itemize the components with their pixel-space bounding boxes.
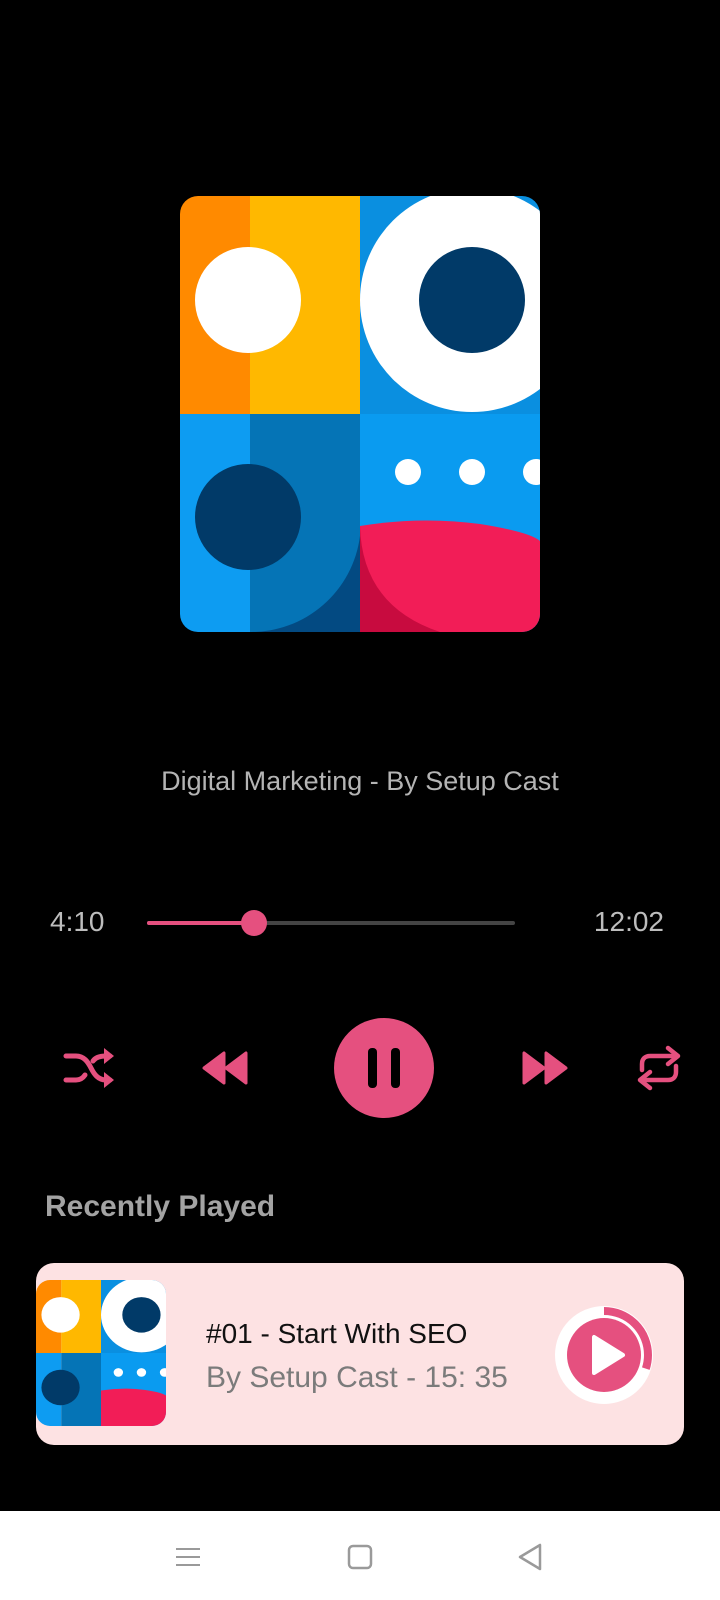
- shuffle-icon: [63, 1048, 114, 1088]
- home-square-icon: [347, 1544, 373, 1570]
- system-navigation-bar: [0, 1511, 720, 1600]
- play-icon: [555, 1306, 653, 1404]
- back-triangle-icon: [518, 1543, 542, 1571]
- pause-icon: [368, 1048, 400, 1088]
- total-time: 12:02: [593, 906, 664, 937]
- podcast-artwork-icon: [36, 1280, 166, 1426]
- seek-bar-thumb[interactable]: [240, 910, 267, 936]
- rewind-button[interactable]: [200, 1050, 250, 1086]
- repeat-icon: [637, 1045, 681, 1091]
- recent-apps-button[interactable]: [170, 1539, 206, 1575]
- podcast-artwork-icon: [180, 196, 540, 632]
- fast-forward-icon: [522, 1051, 568, 1085]
- episode-thumbnail: [36, 1280, 166, 1426]
- fast-forward-button[interactable]: [520, 1050, 570, 1086]
- shuffle-button[interactable]: [62, 1044, 116, 1092]
- episode-play-button[interactable]: [553, 1304, 655, 1406]
- album-artwork: [180, 196, 540, 632]
- seek-bar[interactable]: [147, 910, 515, 936]
- episode-subtitle: By Setup Cast - 15: 35: [206, 1361, 508, 1394]
- repeat-button[interactable]: [636, 1044, 682, 1092]
- now-playing-title: Digital Marketing - By Setup Cast: [161, 766, 559, 796]
- seek-bar-fill: [147, 921, 254, 925]
- recent-episode-card[interactable]: #01 - Start With SEO By Setup Cast - 15:…: [36, 1263, 684, 1445]
- home-button[interactable]: [342, 1539, 378, 1575]
- menu-icon: [176, 1548, 200, 1566]
- elapsed-time: 4:10: [50, 906, 105, 937]
- recently-played-heading: Recently Played: [45, 1190, 276, 1223]
- pause-button[interactable]: [334, 1018, 434, 1118]
- back-button[interactable]: [512, 1539, 548, 1575]
- episode-title: #01 - Start With SEO: [206, 1318, 468, 1349]
- rewind-icon: [202, 1051, 248, 1085]
